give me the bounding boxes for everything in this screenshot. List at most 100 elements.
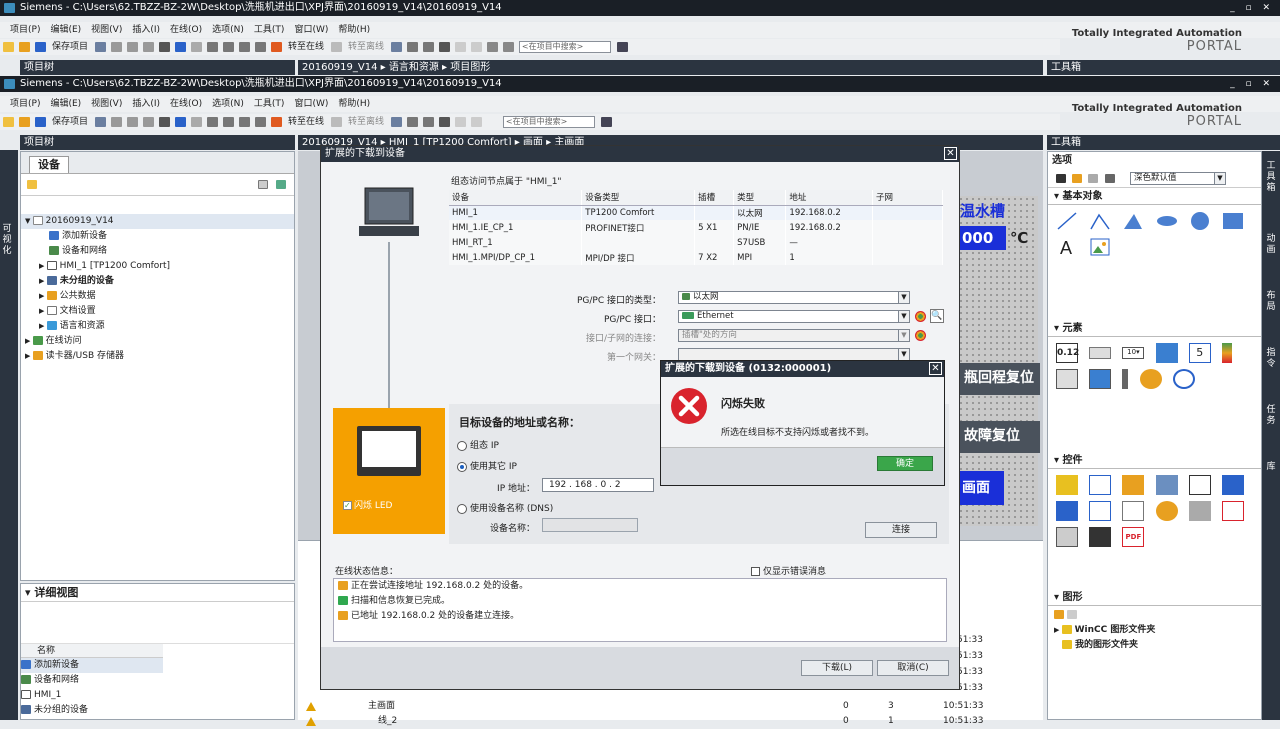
side-tab-libraries[interactable]: 库 bbox=[1264, 462, 1278, 473]
button-element-icon[interactable] bbox=[1089, 347, 1112, 359]
copy-icon[interactable] bbox=[127, 117, 139, 127]
menu-edit[interactable]: 编辑(E) bbox=[50, 25, 81, 35]
list-view-icon[interactable] bbox=[1088, 174, 1098, 183]
alarm-view-icon[interactable] bbox=[1056, 475, 1078, 495]
split-vertical-icon[interactable] bbox=[471, 42, 483, 52]
close-icon[interactable]: ✕ bbox=[929, 362, 942, 375]
new-project-icon[interactable] bbox=[3, 42, 14, 52]
side-tab-toolbox[interactable]: 工具箱 bbox=[1264, 161, 1278, 194]
save-icon[interactable] bbox=[35, 117, 46, 127]
grid-view-icon[interactable] bbox=[258, 180, 268, 189]
section-basic-objects[interactable]: ▾ 基本对象 bbox=[1048, 188, 1261, 205]
tree-item-hmi[interactable]: ▶ HMI_1 [TP1200 Comfort] bbox=[21, 259, 294, 274]
go-online-icon[interactable] bbox=[271, 42, 283, 52]
table-row[interactable]: HMI_1.IE_CP_1 PROFINET接口 5 X1 PN/IE 192.168.… bbox=[449, 220, 943, 235]
sm-view-icon[interactable] bbox=[1188, 501, 1211, 521]
menu-tools[interactable]: 工具(T) bbox=[254, 99, 285, 109]
redo-icon[interactable] bbox=[191, 117, 203, 127]
col-type[interactable]: 类型 bbox=[733, 190, 787, 206]
new-project-icon[interactable] bbox=[3, 117, 14, 127]
col-subnet[interactable]: 子网 bbox=[872, 190, 943, 206]
compile-icon[interactable] bbox=[207, 117, 219, 127]
flash-led-checkbox[interactable]: ✓ 闪烁 LED bbox=[343, 498, 393, 511]
subnet-connection-select[interactable]: 插槽"处的方向 ▼ bbox=[678, 329, 910, 342]
go-online-button[interactable]: 转至在线 bbox=[288, 39, 324, 55]
compile-icon[interactable] bbox=[207, 42, 219, 52]
ip-address-input[interactable]: 192 . 168 . 0 . 2 bbox=[542, 478, 654, 492]
wincc-graphics-folder[interactable]: ▶ WinCC 图形文件夹 bbox=[1054, 623, 1261, 638]
f-trend-view-icon[interactable] bbox=[1056, 501, 1078, 521]
save-project-button[interactable]: 保存项目 bbox=[52, 39, 88, 55]
stop-cpu-icon[interactable] bbox=[423, 42, 435, 52]
layout-icon[interactable] bbox=[487, 42, 499, 52]
radio-configured-ip[interactable]: 组态 IP bbox=[457, 438, 499, 451]
side-tab-animation[interactable]: 动画 bbox=[1264, 234, 1278, 256]
menu-insert[interactable]: 插入(I) bbox=[132, 99, 160, 109]
rectangle-tool-icon[interactable] bbox=[1222, 211, 1244, 231]
upload-icon[interactable] bbox=[239, 42, 251, 52]
status-line[interactable]: 已地址 192.168.0.2 处的设备建立连接。 bbox=[334, 609, 946, 624]
download-button[interactable]: 下载(L) bbox=[801, 660, 873, 676]
go-offline-icon[interactable] bbox=[331, 42, 343, 52]
tree-item-project[interactable]: ▼ 20160919_V14 bbox=[21, 214, 294, 229]
tree-item-languages[interactable]: ▶ 语言和资源 bbox=[21, 319, 294, 334]
table-row[interactable]: HMI_1.MPI/DP_CP_1 MPI/DP 接口 7 X2 MPI 1 bbox=[449, 250, 943, 265]
ok-button[interactable]: 确定 bbox=[877, 456, 933, 471]
io-field-icon[interactable]: 0.12 bbox=[1056, 343, 1079, 363]
menu-window[interactable]: 窗口(W) bbox=[294, 99, 328, 109]
menu-options[interactable]: 选项(N) bbox=[212, 25, 244, 35]
polygon-tool-icon[interactable] bbox=[1122, 211, 1144, 231]
download-icon[interactable] bbox=[223, 117, 235, 127]
save-project-button[interactable]: 保存项目 bbox=[52, 114, 88, 130]
recipe-view-icon[interactable] bbox=[1188, 475, 1211, 495]
html-browser-icon[interactable] bbox=[1155, 475, 1178, 495]
visualization-vertical-tab[interactable]: 可视化 bbox=[0, 224, 14, 257]
section-controls[interactable]: ▾ 控件 bbox=[1048, 452, 1261, 469]
split-horizontal-icon[interactable] bbox=[455, 42, 467, 52]
symbolic-io-icon[interactable]: 10▾ bbox=[1122, 347, 1145, 359]
search-icon[interactable] bbox=[600, 117, 612, 127]
cut-icon[interactable] bbox=[111, 42, 123, 52]
search-icon[interactable] bbox=[616, 42, 628, 52]
menu-insert[interactable]: 插入(I) bbox=[132, 25, 160, 35]
style-select[interactable]: 深色默认值 ▼ bbox=[1130, 172, 1226, 185]
delete-folder-icon[interactable] bbox=[1067, 610, 1077, 619]
menu-tools[interactable]: 工具(T) bbox=[254, 25, 285, 35]
hmi-bottle-return-reset-button[interactable]: 瓶回程复位 bbox=[960, 363, 1040, 395]
circle-tool-icon[interactable] bbox=[1189, 211, 1211, 231]
status-force-icon[interactable] bbox=[1122, 501, 1145, 521]
user-view-icon[interactable] bbox=[1122, 475, 1145, 495]
hmi-fault-reset-button[interactable]: 故障复位 bbox=[960, 421, 1040, 453]
switch-icon[interactable] bbox=[1056, 369, 1078, 389]
pointer-icon[interactable] bbox=[1056, 174, 1066, 183]
media-player-icon[interactable] bbox=[1155, 501, 1178, 521]
menu-project[interactable]: 项目(P) bbox=[10, 25, 40, 35]
graphic-io-icon[interactable] bbox=[1155, 343, 1178, 363]
tree-item-online-access[interactable]: ▶ 在线访问 bbox=[21, 334, 294, 349]
go-online-icon[interactable] bbox=[271, 117, 283, 127]
date-time-field-icon[interactable]: 5 bbox=[1188, 343, 1211, 363]
detail-col-name[interactable]: 名称 bbox=[21, 644, 163, 658]
interface-diagnostics-icon[interactable] bbox=[915, 311, 926, 322]
slider-icon[interactable] bbox=[1122, 369, 1129, 389]
menu-options[interactable]: 选项(N) bbox=[212, 99, 244, 109]
my-graphics-folder[interactable]: 我的图形文件夹 bbox=[1054, 638, 1261, 653]
section-elements[interactable]: ▾ 元素 bbox=[1048, 320, 1261, 337]
detail-row[interactable]: HMI_1 bbox=[21, 688, 294, 703]
col-device-type[interactable]: 设备类型 bbox=[581, 190, 696, 206]
menu-online[interactable]: 在线(O) bbox=[170, 25, 202, 35]
trend-icon[interactable] bbox=[1089, 501, 1112, 521]
side-tab-instructions[interactable]: 指令 bbox=[1264, 348, 1278, 370]
col-address[interactable]: 地址 bbox=[785, 190, 873, 206]
system-diagnostics-icon[interactable] bbox=[1221, 475, 1244, 495]
bar-icon[interactable] bbox=[1221, 343, 1232, 363]
log-row[interactable]: 线_2 0 1 10:51:33 bbox=[298, 714, 1043, 729]
menu-view[interactable]: 视图(V) bbox=[91, 25, 122, 35]
pgpc-type-select[interactable]: 以太网 ▼ bbox=[678, 291, 910, 304]
save-icon[interactable] bbox=[35, 42, 46, 52]
go-online-button[interactable]: 转至在线 bbox=[288, 114, 324, 130]
menu-edit[interactable]: 编辑(E) bbox=[50, 99, 81, 109]
col-slot[interactable]: 插槽 bbox=[694, 190, 735, 206]
section-graphics[interactable]: ▾ 图形 bbox=[1048, 589, 1261, 606]
paste-icon[interactable] bbox=[143, 42, 155, 52]
